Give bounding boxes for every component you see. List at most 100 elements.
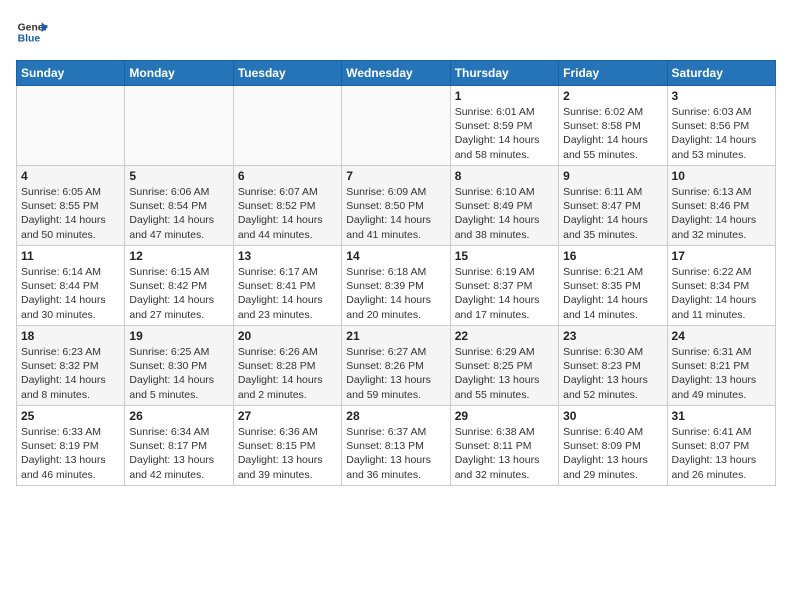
logo: General Blue	[16, 16, 48, 48]
calendar-cell: 15 Sunrise: 6:19 AM Sunset: 8:37 PM Dayli…	[450, 246, 558, 326]
calendar-cell: 5 Sunrise: 6:06 AM Sunset: 8:54 PM Daylig…	[125, 166, 233, 246]
day-number: 31	[672, 409, 771, 423]
calendar-cell: 11Sunrise: 6:14 AM Sunset: 8:44 PM Dayli…	[17, 246, 125, 326]
calendar-cell: 21 Sunrise: 6:27 AM Sunset: 8:26 PM Dayli…	[342, 326, 450, 406]
calendar-week-row: 11Sunrise: 6:14 AM Sunset: 8:44 PM Dayli…	[17, 246, 776, 326]
day-number: 6	[238, 169, 337, 183]
day-number: 29	[455, 409, 554, 423]
day-number: 12	[129, 249, 228, 263]
day-number: 15	[455, 249, 554, 263]
day-info: Sunrise: 6:29 AM Sunset: 8:25 PM Dayligh…	[455, 345, 554, 402]
weekday-header-tuesday: Tuesday	[233, 61, 341, 86]
calendar-cell: 27 Sunrise: 6:36 AM Sunset: 8:15 PM Dayli…	[233, 406, 341, 486]
day-number: 18	[21, 329, 120, 343]
day-info: Sunrise: 6:13 AM Sunset: 8:46 PM Dayligh…	[672, 185, 771, 242]
day-number: 27	[238, 409, 337, 423]
calendar-cell: 10 Sunrise: 6:13 AM Sunset: 8:46 PM Dayli…	[667, 166, 775, 246]
calendar-cell: 26 Sunrise: 6:34 AM Sunset: 8:17 PM Dayli…	[125, 406, 233, 486]
day-number: 26	[129, 409, 228, 423]
day-info: Sunrise: 6:02 AM Sunset: 8:58 PM Dayligh…	[563, 105, 662, 162]
weekday-header-friday: Friday	[559, 61, 667, 86]
weekday-header-saturday: Saturday	[667, 61, 775, 86]
day-info: Sunrise: 6:25 AM Sunset: 8:30 PM Dayligh…	[129, 345, 228, 402]
day-info: Sunrise: 6:38 AM Sunset: 8:11 PM Dayligh…	[455, 425, 554, 482]
day-number: 7	[346, 169, 445, 183]
calendar-week-row: 4 Sunrise: 6:05 AM Sunset: 8:55 PM Daylig…	[17, 166, 776, 246]
calendar-cell: 7 Sunrise: 6:09 AM Sunset: 8:50 PM Daylig…	[342, 166, 450, 246]
calendar-cell: 3 Sunrise: 6:03 AM Sunset: 8:56 PM Daylig…	[667, 86, 775, 166]
day-number: 19	[129, 329, 228, 343]
day-info: Sunrise: 6:10 AM Sunset: 8:49 PM Dayligh…	[455, 185, 554, 242]
day-info: Sunrise: 6:18 AM Sunset: 8:39 PM Dayligh…	[346, 265, 445, 322]
calendar-table: SundayMondayTuesdayWednesdayThursdayFrid…	[16, 60, 776, 486]
weekday-header-monday: Monday	[125, 61, 233, 86]
day-number: 16	[563, 249, 662, 263]
calendar-week-row: 25 Sunrise: 6:33 AM Sunset: 8:19 PM Dayli…	[17, 406, 776, 486]
logo-icon: General Blue	[16, 16, 48, 48]
calendar-cell: 2 Sunrise: 6:02 AM Sunset: 8:58 PM Daylig…	[559, 86, 667, 166]
svg-text:Blue: Blue	[18, 34, 41, 45]
calendar-cell: 25 Sunrise: 6:33 AM Sunset: 8:19 PM Dayli…	[17, 406, 125, 486]
day-info: Sunrise: 6:21 AM Sunset: 8:35 PM Dayligh…	[563, 265, 662, 322]
day-info: Sunrise: 6:03 AM Sunset: 8:56 PM Dayligh…	[672, 105, 771, 162]
calendar-cell: 8Sunrise: 6:10 AM Sunset: 8:49 PM Daylig…	[450, 166, 558, 246]
day-number: 23	[563, 329, 662, 343]
day-info: Sunrise: 6:41 AM Sunset: 8:07 PM Dayligh…	[672, 425, 771, 482]
day-number: 3	[672, 89, 771, 103]
weekday-header-thursday: Thursday	[450, 61, 558, 86]
day-info: Sunrise: 6:07 AM Sunset: 8:52 PM Dayligh…	[238, 185, 337, 242]
calendar-cell: 13 Sunrise: 6:17 AM Sunset: 8:41 PM Dayli…	[233, 246, 341, 326]
day-number: 17	[672, 249, 771, 263]
day-info: Sunrise: 6:27 AM Sunset: 8:26 PM Dayligh…	[346, 345, 445, 402]
day-info: Sunrise: 6:36 AM Sunset: 8:15 PM Dayligh…	[238, 425, 337, 482]
calendar-cell: 12Sunrise: 6:15 AM Sunset: 8:42 PM Dayli…	[125, 246, 233, 326]
day-info: Sunrise: 6:17 AM Sunset: 8:41 PM Dayligh…	[238, 265, 337, 322]
calendar-cell: 20Sunrise: 6:26 AM Sunset: 8:28 PM Dayli…	[233, 326, 341, 406]
calendar-week-row: 1Sunrise: 6:01 AM Sunset: 8:59 PM Daylig…	[17, 86, 776, 166]
day-info: Sunrise: 6:05 AM Sunset: 8:55 PM Dayligh…	[21, 185, 120, 242]
day-info: Sunrise: 6:06 AM Sunset: 8:54 PM Dayligh…	[129, 185, 228, 242]
calendar-cell: 17 Sunrise: 6:22 AM Sunset: 8:34 PM Dayli…	[667, 246, 775, 326]
day-info: Sunrise: 6:34 AM Sunset: 8:17 PM Dayligh…	[129, 425, 228, 482]
day-number: 28	[346, 409, 445, 423]
day-info: Sunrise: 6:31 AM Sunset: 8:21 PM Dayligh…	[672, 345, 771, 402]
calendar-cell	[17, 86, 125, 166]
day-info: Sunrise: 6:11 AM Sunset: 8:47 PM Dayligh…	[563, 185, 662, 242]
calendar-cell: 29 Sunrise: 6:38 AM Sunset: 8:11 PM Dayli…	[450, 406, 558, 486]
day-info: Sunrise: 6:37 AM Sunset: 8:13 PM Dayligh…	[346, 425, 445, 482]
day-number: 25	[21, 409, 120, 423]
calendar-cell: 9 Sunrise: 6:11 AM Sunset: 8:47 PM Daylig…	[559, 166, 667, 246]
day-number: 13	[238, 249, 337, 263]
day-info: Sunrise: 6:30 AM Sunset: 8:23 PM Dayligh…	[563, 345, 662, 402]
day-number: 2	[563, 89, 662, 103]
day-number: 4	[21, 169, 120, 183]
calendar-cell: 28 Sunrise: 6:37 AM Sunset: 8:13 PM Dayli…	[342, 406, 450, 486]
calendar-cell	[125, 86, 233, 166]
day-info: Sunrise: 6:33 AM Sunset: 8:19 PM Dayligh…	[21, 425, 120, 482]
day-info: Sunrise: 6:01 AM Sunset: 8:59 PM Dayligh…	[455, 105, 554, 162]
day-info: Sunrise: 6:22 AM Sunset: 8:34 PM Dayligh…	[672, 265, 771, 322]
day-number: 21	[346, 329, 445, 343]
weekday-header-sunday: Sunday	[17, 61, 125, 86]
day-info: Sunrise: 6:40 AM Sunset: 8:09 PM Dayligh…	[563, 425, 662, 482]
calendar-week-row: 18Sunrise: 6:23 AM Sunset: 8:32 PM Dayli…	[17, 326, 776, 406]
calendar-cell: 23 Sunrise: 6:30 AM Sunset: 8:23 PM Dayli…	[559, 326, 667, 406]
calendar-header-row: SundayMondayTuesdayWednesdayThursdayFrid…	[17, 61, 776, 86]
day-number: 11	[21, 249, 120, 263]
day-number: 9	[563, 169, 662, 183]
day-info: Sunrise: 6:09 AM Sunset: 8:50 PM Dayligh…	[346, 185, 445, 242]
calendar-cell: 31 Sunrise: 6:41 AM Sunset: 8:07 PM Dayli…	[667, 406, 775, 486]
day-info: Sunrise: 6:19 AM Sunset: 8:37 PM Dayligh…	[455, 265, 554, 322]
calendar-cell: 22Sunrise: 6:29 AM Sunset: 8:25 PM Dayli…	[450, 326, 558, 406]
day-number: 20	[238, 329, 337, 343]
day-number: 24	[672, 329, 771, 343]
calendar-cell: 16 Sunrise: 6:21 AM Sunset: 8:35 PM Dayli…	[559, 246, 667, 326]
calendar-cell	[233, 86, 341, 166]
calendar-cell: 14Sunrise: 6:18 AM Sunset: 8:39 PM Dayli…	[342, 246, 450, 326]
calendar-cell	[342, 86, 450, 166]
day-number: 10	[672, 169, 771, 183]
calendar-cell: 18Sunrise: 6:23 AM Sunset: 8:32 PM Dayli…	[17, 326, 125, 406]
day-number: 5	[129, 169, 228, 183]
calendar-cell: 24 Sunrise: 6:31 AM Sunset: 8:21 PM Dayli…	[667, 326, 775, 406]
calendar-cell: 6 Sunrise: 6:07 AM Sunset: 8:52 PM Daylig…	[233, 166, 341, 246]
